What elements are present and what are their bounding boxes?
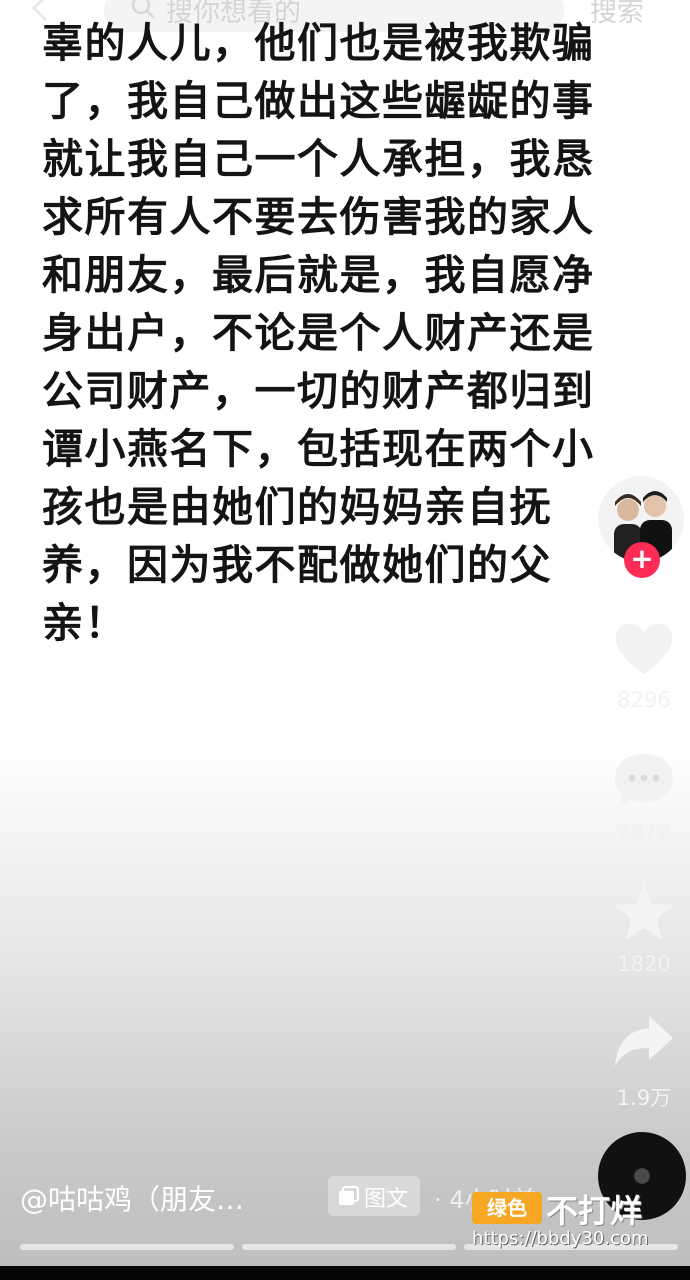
watermark-url: https://bbdy30.com xyxy=(472,1228,649,1249)
post-text: 辜的人儿，他们也是被我欺骗 了，我自己做出这些龌龊的事 就让我自己一个人承担，我… xyxy=(42,14,647,652)
post-text-line: 孩也是由她们的妈妈亲自抚 xyxy=(42,483,552,531)
watermark: 绿色 不打烊 https://bbdy30.com xyxy=(472,1190,682,1250)
post-text-line: 就让我自己一个人承担，我恳 xyxy=(42,135,595,183)
post-text-line: 了，我自己做出这些龌龊的事 xyxy=(42,77,595,125)
comment-count: 7872 xyxy=(617,820,671,844)
favorite-button[interactable]: 1820 xyxy=(604,880,684,976)
progress-segment xyxy=(20,1244,234,1250)
star-icon xyxy=(615,884,673,940)
watermark-title: 不打烊 xyxy=(546,1192,643,1230)
comment-icon xyxy=(615,754,673,808)
watermark-logo: 绿色 xyxy=(472,1192,542,1224)
comment-button[interactable]: 7872 xyxy=(604,748,684,844)
like-count: 8296 xyxy=(617,688,671,712)
post-text-line: 辜的人儿，他们也是被我欺骗 xyxy=(42,19,595,67)
post-text-line: 谭小燕名下，包括现在两个小 xyxy=(42,425,595,473)
heart-icon xyxy=(615,623,673,674)
like-button[interactable]: 8296 xyxy=(604,616,684,712)
share-button[interactable]: 1.9万 xyxy=(604,1010,684,1112)
post-text-line: 公司财产，一切的财产都归到 xyxy=(42,367,595,415)
post-text-line: 和朋友，最后就是，我自愿净 xyxy=(42,251,595,299)
tag-label: 图文 xyxy=(364,1187,409,1212)
favorite-count: 1820 xyxy=(617,952,671,976)
image-text-tag[interactable]: 图文 xyxy=(328,1176,420,1216)
bottom-bar xyxy=(0,1266,690,1280)
follow-button[interactable]: + xyxy=(624,542,660,578)
post-text-line: 养，因为我不配做她们的父 xyxy=(42,541,552,589)
post-text-line: 亲！ xyxy=(42,599,127,647)
post-text-line: 身出户，不论是个人财产还是 xyxy=(42,309,595,357)
post-text-line: 求所有人不要去伤害我的家人 xyxy=(42,193,595,241)
share-count: 1.9万 xyxy=(616,1086,672,1110)
image-text-icon xyxy=(339,1186,359,1205)
author-name[interactable]: @咕咕鸡（朋友… xyxy=(20,1178,244,1218)
progress-segment xyxy=(242,1244,456,1250)
share-arrow-icon xyxy=(615,1016,673,1066)
